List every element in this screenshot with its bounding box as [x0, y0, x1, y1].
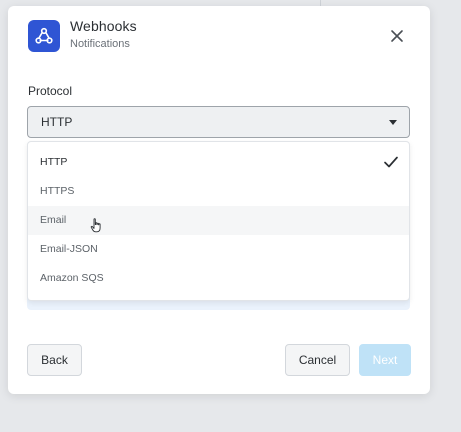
caret-down-icon [389, 120, 397, 125]
protocol-option-https[interactable]: HTTPS [28, 177, 409, 206]
cancel-button[interactable]: Cancel [285, 344, 350, 376]
modal-subtitle: Notifications [70, 38, 130, 50]
option-label: HTTP [40, 156, 68, 168]
modal-title: Webhooks [70, 18, 137, 34]
protocol-option-amazon-sqs[interactable]: Amazon SQS [28, 264, 409, 293]
webhooks-modal: Webhooks Notifications Protocol HTTP HTT… [8, 6, 430, 394]
close-icon [391, 30, 403, 42]
protocol-label: Protocol [28, 84, 73, 98]
protocol-select[interactable]: HTTP [27, 106, 410, 138]
checkmark-icon [384, 156, 398, 168]
protocol-selected-value: HTTP [41, 115, 73, 129]
close-button[interactable] [385, 24, 409, 48]
option-label: Email [40, 214, 67, 226]
webhook-icon [28, 20, 60, 52]
back-button[interactable]: Back [27, 344, 82, 376]
next-button[interactable]: Next [359, 344, 411, 376]
hand-pointer-icon [90, 218, 101, 233]
protocol-option-email[interactable]: Email [28, 206, 409, 235]
protocol-option-http[interactable]: HTTP [28, 148, 409, 177]
option-label: Email-JSON [40, 243, 98, 255]
option-label: HTTPS [40, 185, 75, 197]
protocol-dropdown-menu: HTTP HTTPS Email Email-JSON Amazon SQS [27, 141, 410, 301]
option-label: Amazon SQS [40, 272, 104, 284]
protocol-option-email-json[interactable]: Email-JSON [28, 235, 409, 264]
